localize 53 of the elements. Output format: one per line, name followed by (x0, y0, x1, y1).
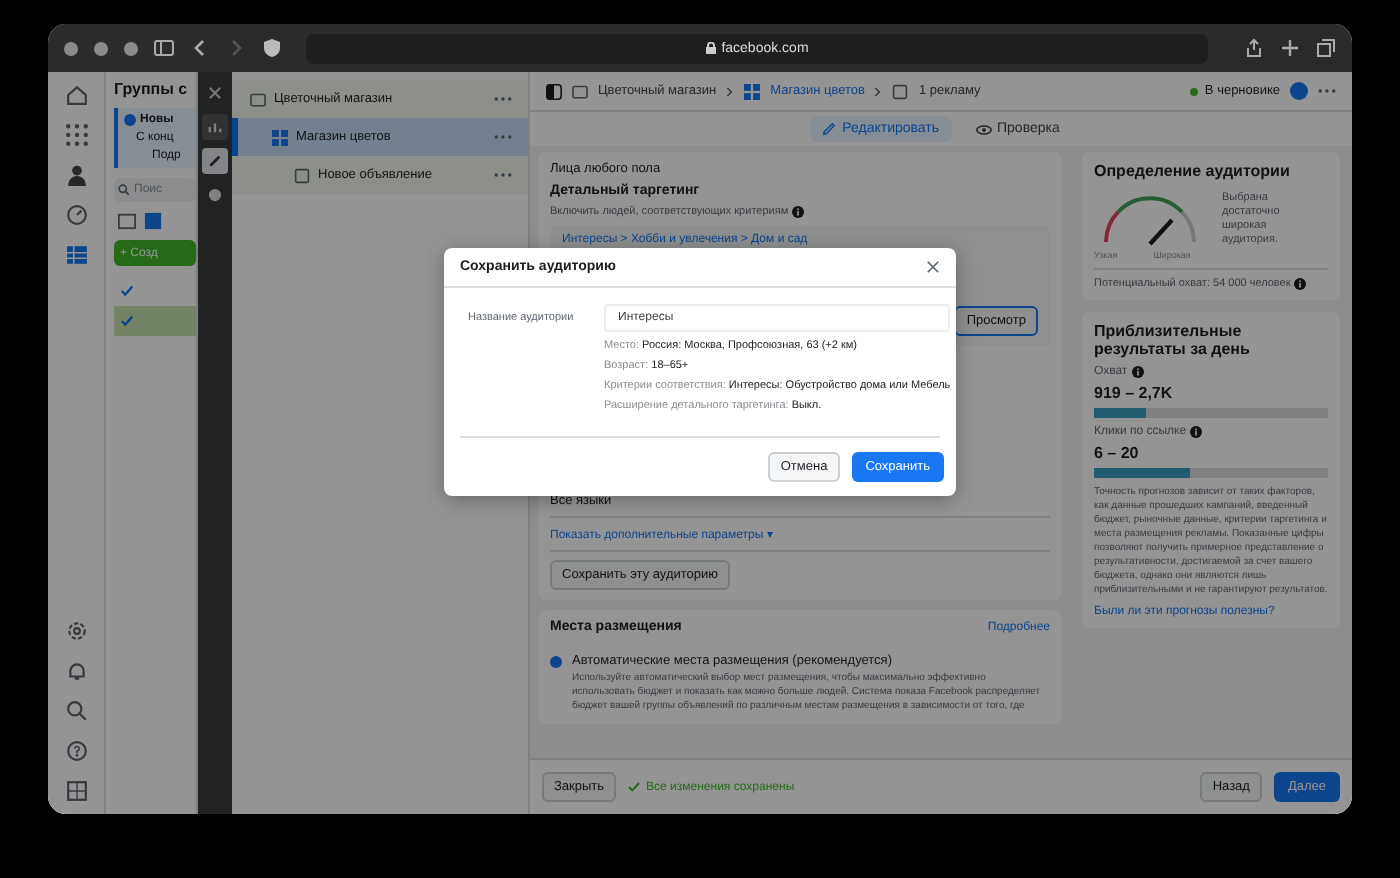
gauge-icon[interactable] (65, 204, 87, 226)
info-icon (1190, 426, 1203, 438)
forward-icon[interactable] (226, 38, 246, 58)
help-icon[interactable] (65, 740, 87, 762)
tabs-icon[interactable] (1316, 38, 1336, 58)
eye-icon (975, 123, 991, 135)
info-icon (1294, 278, 1307, 290)
card-title: Определение аудитории (1094, 162, 1292, 180)
back-icon[interactable] (190, 38, 210, 58)
search-icon (118, 184, 130, 196)
metric-value: 919 – 2,7K (1094, 384, 1175, 402)
table-icon[interactable] (144, 212, 162, 230)
avatar-icon[interactable] (65, 164, 87, 186)
check-icon (628, 782, 641, 792)
square-icon (294, 167, 310, 183)
grid-icon (272, 129, 288, 145)
window-control[interactable] (124, 41, 138, 55)
apps-icon[interactable] (65, 124, 87, 146)
pencil-icon (822, 122, 837, 136)
window-control[interactable] (64, 41, 78, 55)
plus-icon[interactable] (1280, 38, 1300, 58)
panel-toggle-icon[interactable] (546, 83, 562, 99)
chevron-icon (726, 85, 735, 97)
search-icon[interactable] (65, 700, 87, 722)
radio-button[interactable] (550, 656, 562, 668)
square-icon (892, 83, 909, 99)
info-icon (792, 206, 805, 218)
share-icon[interactable] (1244, 38, 1264, 58)
checkbox[interactable] (120, 284, 134, 298)
chevron-icon (874, 85, 883, 97)
sidebar-icon[interactable] (154, 38, 174, 58)
more-icon[interactable] (1318, 88, 1336, 94)
more-icon[interactable] (494, 96, 512, 102)
bell-icon[interactable] (65, 660, 87, 682)
metric-value: 6 – 20 (1094, 444, 1141, 462)
info-icon (124, 114, 136, 126)
close-icon[interactable] (926, 260, 940, 274)
info-icon (1131, 366, 1144, 378)
chart-icon[interactable] (202, 114, 228, 140)
avatar[interactable] (1290, 82, 1308, 100)
panel-title: Группы с (114, 80, 190, 98)
card-title: Приблизительные результаты за день (1094, 322, 1252, 358)
home-icon[interactable] (65, 84, 87, 106)
shield-icon[interactable] (262, 38, 282, 58)
checkbox[interactable] (120, 314, 134, 328)
more-icon[interactable] (494, 134, 512, 140)
settings-icon[interactable] (65, 620, 87, 642)
lock-icon (705, 42, 716, 54)
pencil-icon[interactable] (202, 148, 228, 174)
window-control[interactable] (94, 41, 108, 55)
more-icon[interactable] (494, 172, 512, 178)
table-icon[interactable] (65, 244, 87, 266)
grid-icon (744, 83, 761, 99)
